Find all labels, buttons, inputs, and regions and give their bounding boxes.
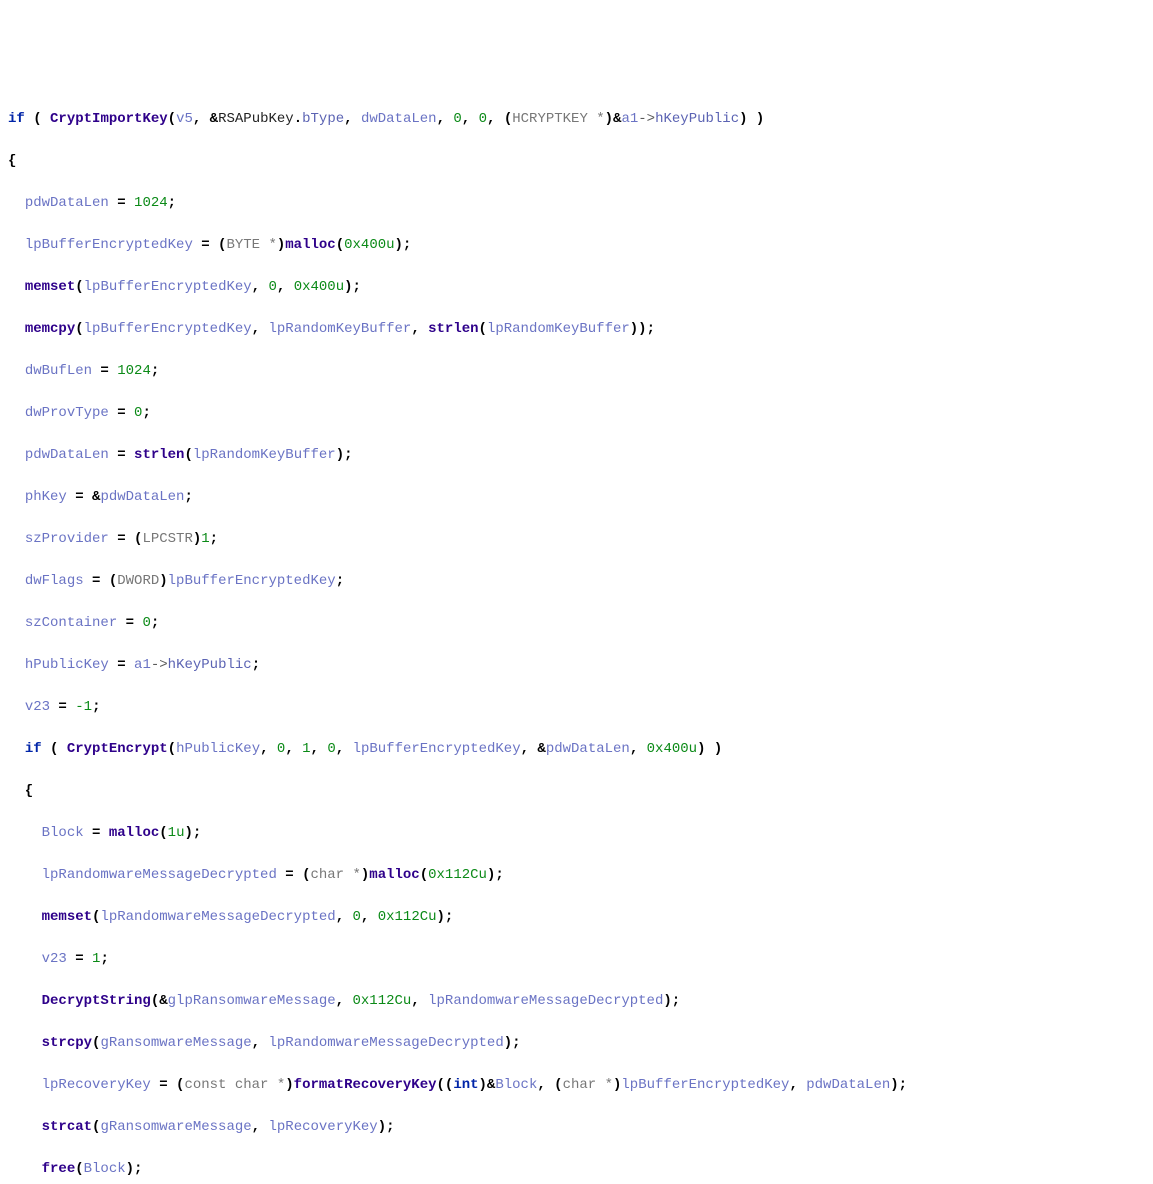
code-line: { (8, 781, 1145, 802)
code-line: lpRecoveryKey = (const char *)formatReco… (8, 1075, 1145, 1096)
code-line: lpBufferEncryptedKey = (BYTE *)malloc(0x… (8, 235, 1145, 256)
call-malloc: malloc (109, 825, 159, 841)
code-line: if ( CryptImportKey(v5, &RSAPubKey.bType… (8, 109, 1145, 130)
code-line: phKey = &pdwDataLen; (8, 487, 1145, 508)
code-line: v23 = 1; (8, 949, 1145, 970)
code-line: DecryptString(&glpRansomwareMessage, 0x1… (8, 991, 1145, 1012)
kw-if: if (8, 111, 25, 127)
code-line: strcpy(gRansomwareMessage, lpRandomwareM… (8, 1033, 1145, 1054)
kw-if: if (25, 741, 42, 757)
code-line: dwProvType = 0; (8, 403, 1145, 424)
code-line: memset(lpRandomwareMessageDecrypted, 0, … (8, 907, 1145, 928)
code-line: dwBufLen = 1024; (8, 361, 1145, 382)
code-line: hPublicKey = a1->hKeyPublic; (8, 655, 1145, 676)
call-strlen: strlen (428, 321, 478, 337)
code-line: dwFlags = (DWORD)lpBufferEncryptedKey; (8, 571, 1145, 592)
call-strcat: strcat (42, 1119, 92, 1135)
call-cryptimportkey: CryptImportKey (50, 111, 168, 127)
code-line: { (8, 151, 1145, 172)
code-line: pdwDataLen = 1024; (8, 193, 1145, 214)
code-line: Block = malloc(1u); (8, 823, 1145, 844)
call-malloc: malloc (285, 237, 335, 253)
code-line: memset(lpBufferEncryptedKey, 0, 0x400u); (8, 277, 1145, 298)
call-cryptencrypt: CryptEncrypt (67, 741, 168, 757)
code-line: v23 = -1; (8, 697, 1145, 718)
call-memcpy: memcpy (25, 321, 75, 337)
call-strcpy: strcpy (42, 1035, 92, 1051)
call-strlen: strlen (134, 447, 184, 463)
call-formatrecoverykey: formatRecoveryKey (294, 1077, 437, 1093)
call-decryptstring: DecryptString (42, 993, 151, 1009)
code-line: strcat(gRansomwareMessage, lpRecoveryKey… (8, 1117, 1145, 1138)
call-memset: memset (42, 909, 92, 925)
call-malloc: malloc (369, 867, 419, 883)
code-line: if ( CryptEncrypt(hPublicKey, 0, 1, 0, l… (8, 739, 1145, 760)
decompiled-code-block: if ( CryptImportKey(v5, &RSAPubKey.bType… (8, 88, 1145, 1184)
call-memset: memset (25, 279, 75, 295)
code-line: free(Block); (8, 1159, 1145, 1180)
code-line: lpRandomwareMessageDecrypted = (char *)m… (8, 865, 1145, 886)
code-line: szProvider = (LPCSTR)1; (8, 529, 1145, 550)
code-line: memcpy(lpBufferEncryptedKey, lpRandomKey… (8, 319, 1145, 340)
call-free: free (42, 1161, 76, 1177)
code-line: szContainer = 0; (8, 613, 1145, 634)
code-line: pdwDataLen = strlen(lpRandomKeyBuffer); (8, 445, 1145, 466)
